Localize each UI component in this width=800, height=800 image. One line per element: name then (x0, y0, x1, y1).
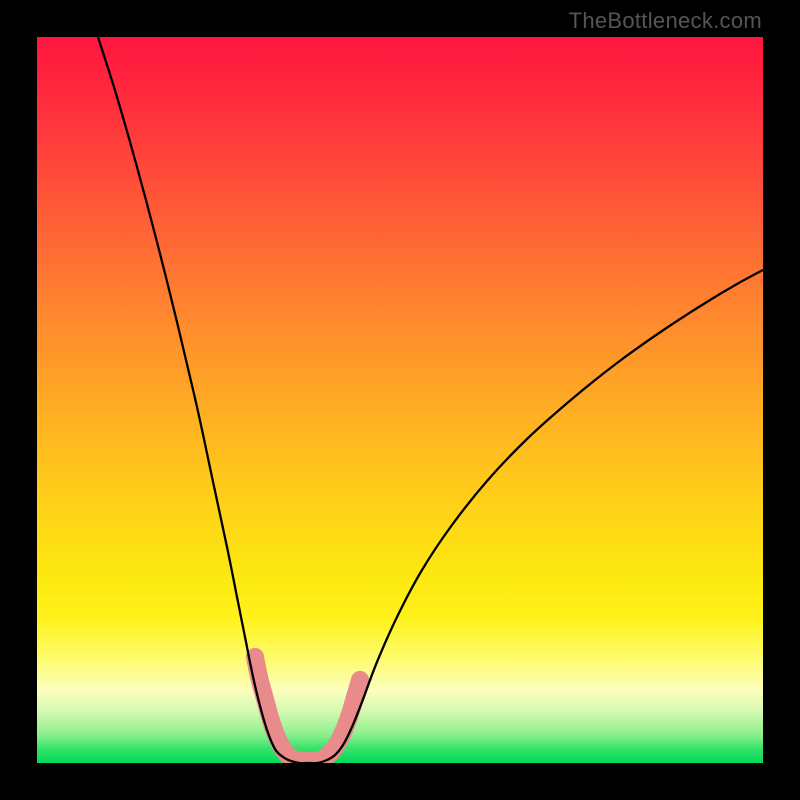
curve-svg (37, 37, 763, 763)
pink-highlight-group (246, 648, 369, 763)
pink-marker (351, 671, 369, 689)
right-curve (307, 270, 763, 763)
plot-area (37, 37, 763, 763)
watermark-text: TheBottleneck.com (569, 8, 762, 34)
left-curve (98, 37, 307, 763)
pink-highlight-path (255, 657, 360, 761)
chart-frame: TheBottleneck.com (0, 0, 800, 800)
